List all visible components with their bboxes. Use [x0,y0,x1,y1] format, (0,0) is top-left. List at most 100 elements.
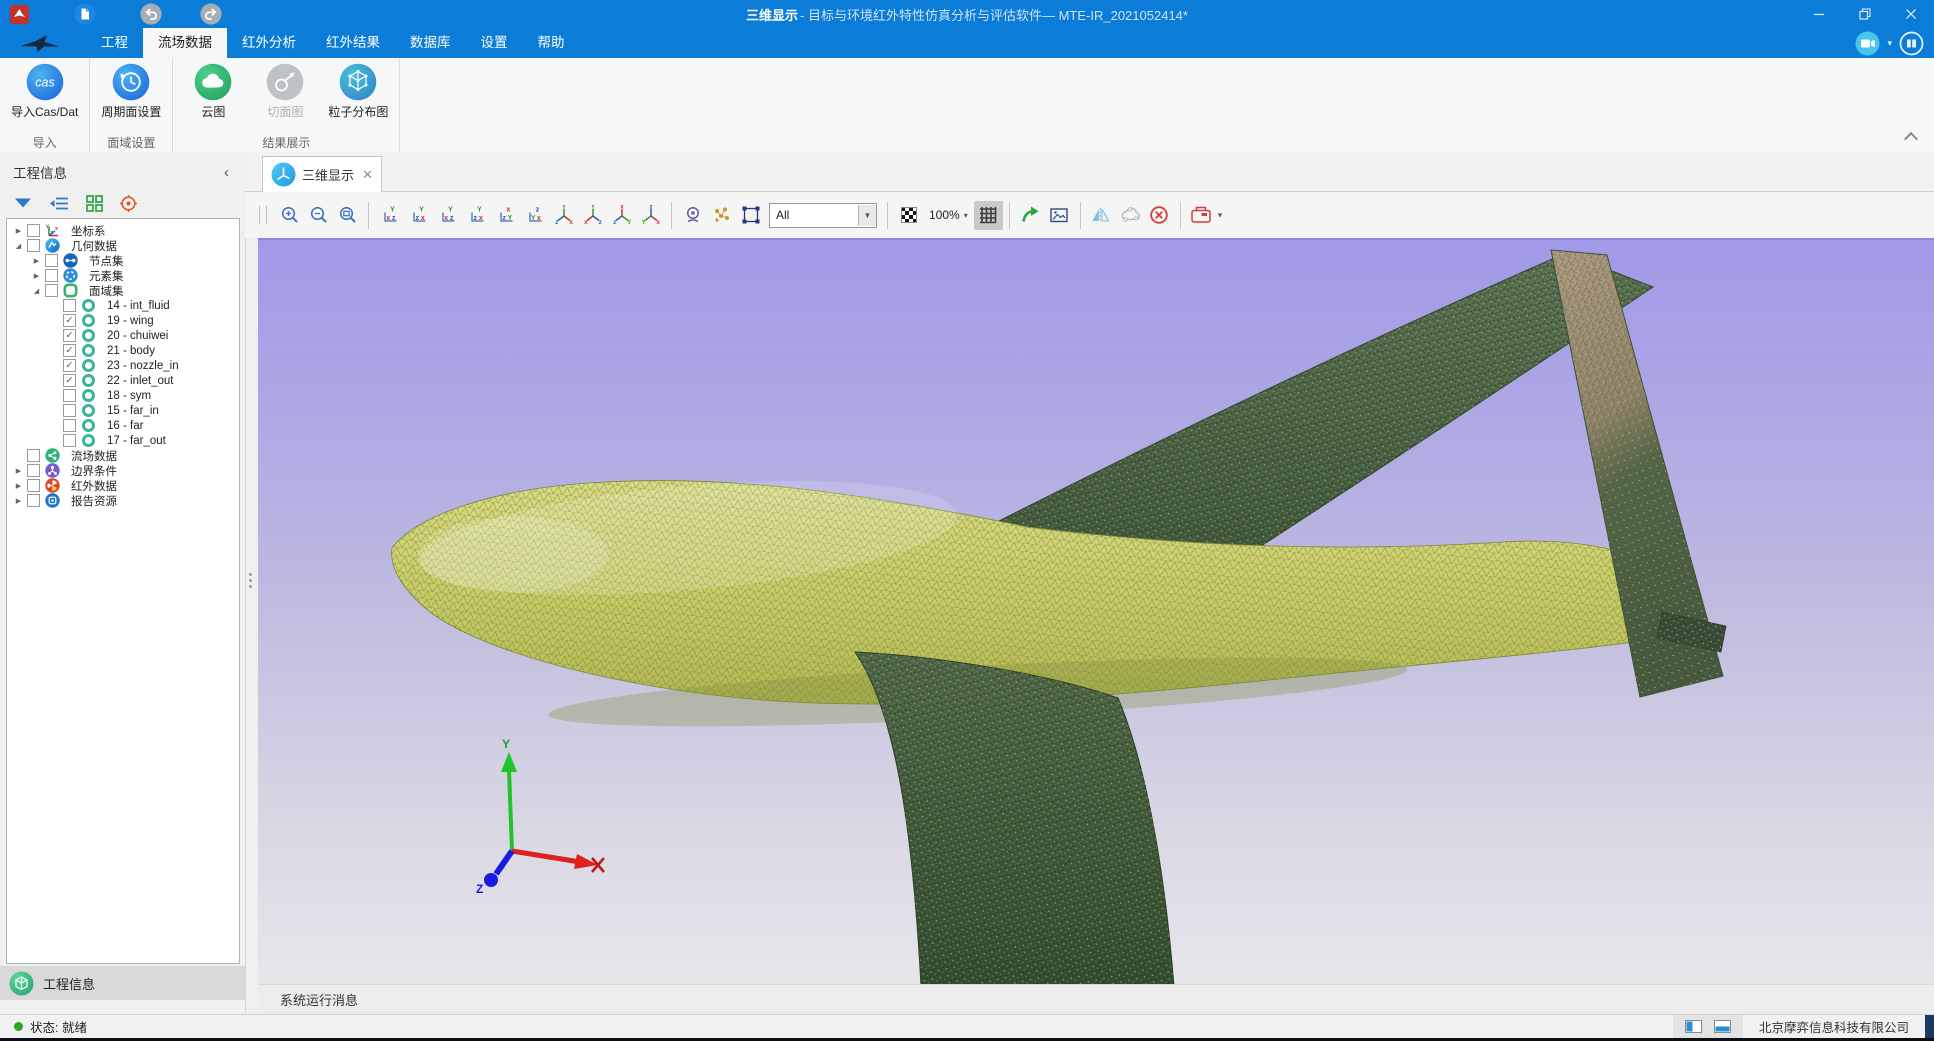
tree-row-12[interactable]: 15 - far_in [7,403,239,418]
viewport-3d[interactable]: Y Z [258,238,1934,984]
close-button[interactable] [1888,0,1934,28]
filter-icon[interactable] [13,195,33,212]
tree-row-6[interactable]: ✓19 - wing [7,313,239,328]
menu-item-5[interactable]: 设置 [466,28,523,58]
tree-checkbox[interactable] [63,434,76,447]
tree-expander-icon[interactable]: ▶ [13,482,24,490]
locate-icon[interactable] [119,194,138,213]
tree-checkbox[interactable]: ✓ [63,359,76,372]
outline-list-icon[interactable] [48,195,70,212]
tree-row-8[interactable]: ✓21 - body [7,343,239,358]
tree-row-4[interactable]: ◢面域集 [7,283,239,298]
tree-row-17[interactable]: ▶红外数据 [7,478,239,493]
tab-3d-view[interactable]: 三维显示 ✕ [262,156,382,192]
tree-checkbox[interactable] [27,494,40,507]
caret-down-icon[interactable]: ▾ [964,211,968,220]
tree-checkbox[interactable] [63,389,76,402]
view-right-icon[interactable]: Yzx [462,201,491,230]
tree-checkbox[interactable] [63,419,76,432]
tree-row-13[interactable]: 16 - far [7,418,239,433]
tree-expander-icon[interactable]: ▶ [31,257,42,265]
video-help-icon[interactable] [1855,31,1880,56]
tree-row-11[interactable]: 18 - sym [7,388,239,403]
tree-row-16[interactable]: ▶边界条件 [7,463,239,478]
view-top-icon[interactable]: xzY [491,201,520,230]
grid4-icon[interactable] [85,194,104,213]
ribbon-button-particle-cube[interactable]: 粒子分布图 [321,61,395,120]
tree-row-15[interactable]: 流场数据 [7,448,239,463]
menu-item-1[interactable]: 流场数据 [143,28,227,58]
snapshot-icon[interactable] [1045,201,1074,230]
menu-item-6[interactable]: 帮助 [523,28,580,58]
menu-item-0[interactable]: 工程 [86,28,143,58]
cancel-icon[interactable] [1145,201,1174,230]
tree-checkbox[interactable] [27,239,40,252]
tree-checkbox[interactable]: ✓ [63,314,76,327]
tree-checkbox[interactable]: ✓ [63,344,76,357]
tree-row-1[interactable]: ◢几何数据 [7,238,239,253]
view-iso-ne-icon[interactable]: Yxz [549,201,578,230]
display-filter-select[interactable]: All▼ [769,203,877,228]
tree-checkbox[interactable] [27,224,40,237]
probe-icon[interactable] [678,201,707,230]
app-logo-icon[interactable] [8,3,30,25]
view-front-icon[interactable]: Yxz [375,201,404,230]
menu-item-4[interactable]: 数据库 [395,28,466,58]
tree-checkbox[interactable] [27,479,40,492]
tree-checkbox[interactable] [27,464,40,477]
tree-checkbox[interactable] [45,284,58,297]
mirror-icon[interactable] [1087,201,1116,230]
zoom-in-icon[interactable] [275,201,304,230]
tree-row-7[interactable]: ✓20 - chuiwei [7,328,239,343]
ribbon-button-cloud[interactable]: 云图 [177,61,249,120]
tree-checkbox[interactable] [27,449,40,462]
view-bottom-icon[interactable]: zYx [520,201,549,230]
tree-expander-icon[interactable]: ▶ [31,272,42,280]
tree-row-2[interactable]: ▶节点集 [7,253,239,268]
mesh-grid-icon[interactable] [974,201,1003,230]
new-document-icon[interactable] [74,3,96,25]
ribbon-collapse-icon[interactable] [1904,132,1918,144]
zoom-window-icon[interactable] [333,201,362,230]
minimize-button[interactable] [1796,0,1842,28]
tree-row-18[interactable]: ▶报告资源 [7,493,239,508]
aircraft-mesh-model[interactable]: Y Z [258,240,1934,984]
texture-icon[interactable] [894,201,923,230]
restore-button[interactable] [1842,0,1888,28]
box-select-icon[interactable] [736,201,765,230]
undo-icon[interactable] [140,3,162,25]
ribbon-button-clock-cycle[interactable]: 周期面设置 [94,61,168,120]
panel-footer-tab[interactable]: 工程信息 [0,966,245,1000]
caret-down-icon[interactable]: ▾ [1218,210,1223,221]
tree-checkbox[interactable] [45,254,58,267]
print-icon[interactable] [1187,201,1216,230]
tree-row-10[interactable]: ✓22 - inlet_out [7,373,239,388]
tab-close-icon[interactable]: ✕ [362,167,373,183]
panel-splitter[interactable] [249,570,253,591]
zoom-out-icon[interactable] [304,201,333,230]
view-left-icon[interactable]: Yxz [433,201,462,230]
tree-expander-icon[interactable]: ▶ [13,227,24,235]
tree-row-3[interactable]: ▶元素集 [7,268,239,283]
tree-expander-icon[interactable]: ▶ [13,497,24,505]
select-caret-icon[interactable]: ▼ [858,205,876,226]
tree-checkbox[interactable] [63,404,76,417]
collapse-panel-icon[interactable]: ‹ [218,164,235,181]
tree-expander-icon[interactable]: ▶ [13,467,24,475]
tree-checkbox[interactable] [45,269,58,282]
tree-expander-icon[interactable]: ◢ [13,242,24,250]
tree-checkbox[interactable] [63,299,76,312]
menu-item-3[interactable]: 红外结果 [311,28,395,58]
ribbon-button-cas[interactable]: cas导入Cas/Dat [4,61,85,120]
view-iso-se-icon[interactable]: xYz [607,201,636,230]
toolbar-grip[interactable] [259,206,267,224]
redo-icon[interactable] [200,3,222,25]
manual-icon[interactable] [1899,31,1924,56]
particle-trace-icon[interactable] [707,201,736,230]
tree-row-9[interactable]: ✓23 - nozzle_in [7,358,239,373]
tree-checkbox[interactable]: ✓ [63,374,76,387]
view-iso-nw-icon[interactable]: Yzx [578,201,607,230]
tree-row-14[interactable]: 17 - far_out [7,433,239,448]
caret-down-icon[interactable]: ▾ [1887,38,1892,49]
menu-item-2[interactable]: 红外分析 [227,28,311,58]
